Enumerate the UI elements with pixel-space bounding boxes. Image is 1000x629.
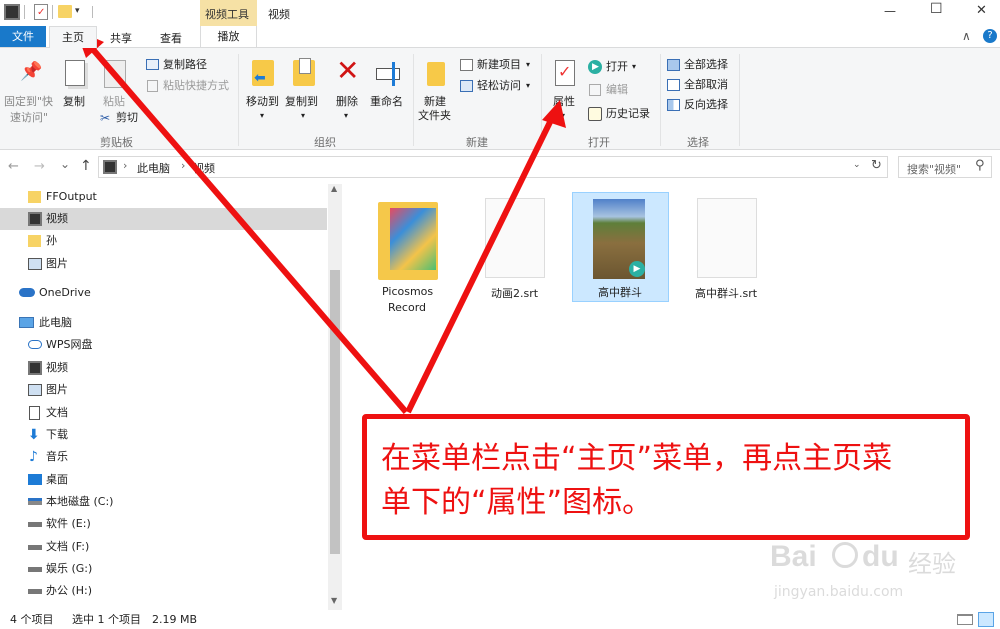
tab-home[interactable]: 主页 bbox=[49, 26, 97, 48]
tab-home-label: 主页 bbox=[62, 31, 84, 44]
watermark-url: jingyan.baidu.com bbox=[774, 584, 904, 600]
arrow-head-properties bbox=[542, 100, 566, 128]
baidu-watermark: Bai du 经验 jingyan.baidu.com bbox=[770, 540, 990, 610]
watermark-paw-icon bbox=[832, 542, 858, 568]
watermark-brand: Bai bbox=[770, 540, 817, 573]
annotation-text-line1: 在菜单栏点击“主页”菜单，再点主页菜 bbox=[381, 441, 893, 476]
annotation-text-line2: 单下的“属性”图标。 bbox=[381, 485, 653, 520]
arrow-to-properties bbox=[405, 116, 555, 414]
watermark-cn: 经验 bbox=[908, 550, 956, 578]
arrow-to-home-tab bbox=[87, 44, 409, 414]
annotation-callout: 在菜单栏点击“主页”菜单，再点主页菜 单下的“属性”图标。 bbox=[362, 414, 970, 540]
watermark-brand-2: du bbox=[862, 540, 899, 573]
